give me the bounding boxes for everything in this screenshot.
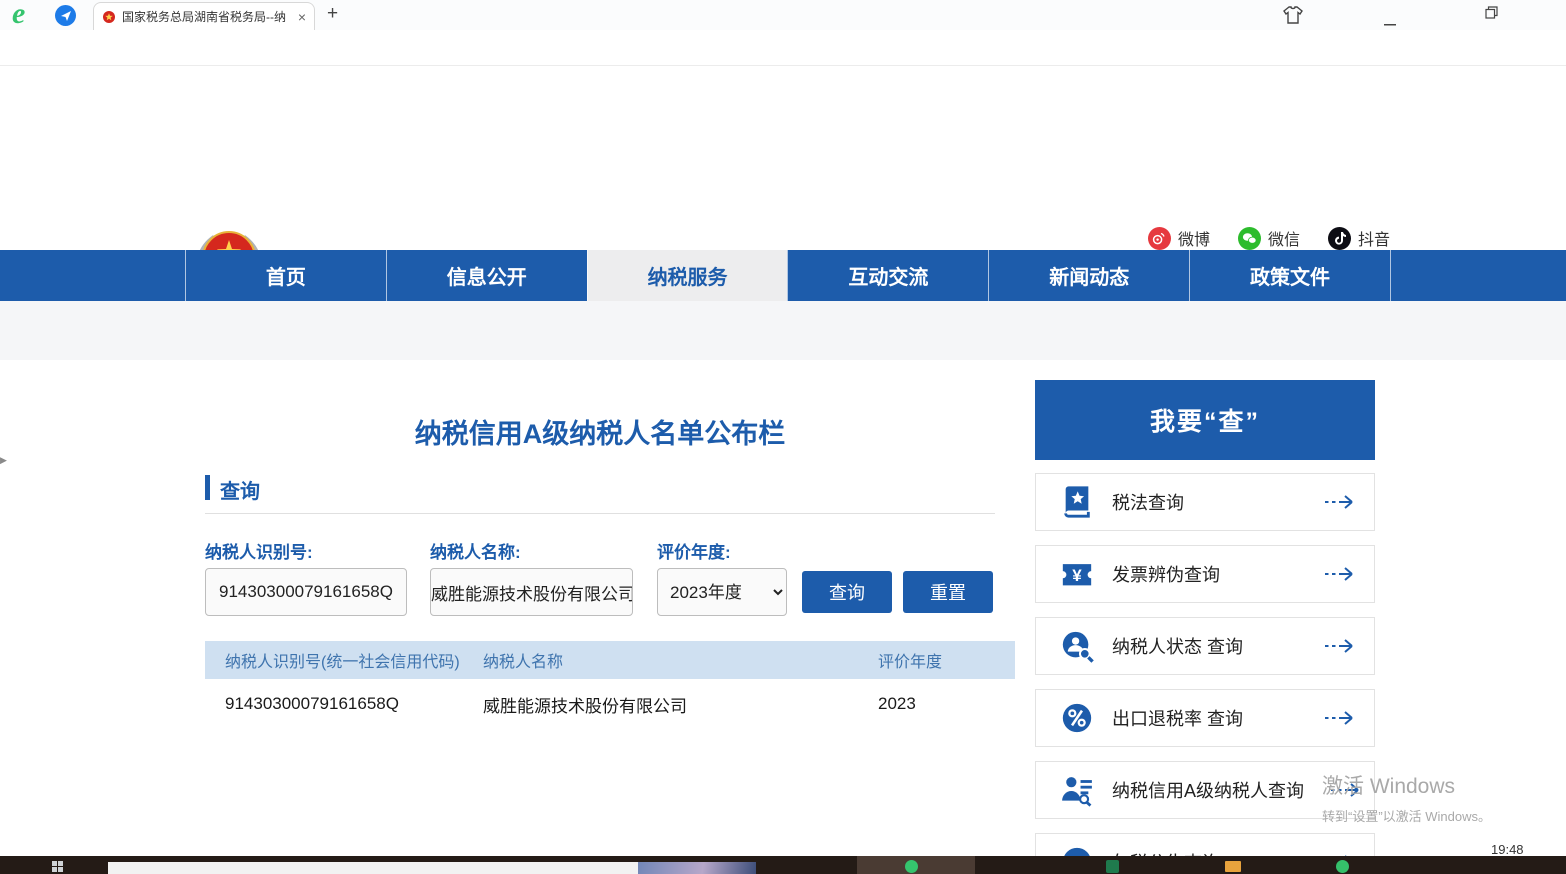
- new-tab-button[interactable]: +: [327, 3, 338, 25]
- paper-plane-icon: [60, 10, 72, 22]
- tab-close-icon[interactable]: ×: [298, 10, 306, 24]
- col-header-taxpayer-name: 纳税人名称: [463, 641, 858, 679]
- taskbar-search-image: [638, 862, 756, 874]
- weibo-icon: [1148, 227, 1171, 250]
- sidebar-item-label: 税法查询: [1112, 489, 1184, 515]
- dashed-arrow-icon: [1324, 710, 1354, 726]
- browser-tab-strip: e 国家税务总局湖南省税务局--纳 × +: [0, 0, 1566, 30]
- taskbar-app-icon[interactable]: [1106, 860, 1119, 873]
- sidebar-item-taxpayer-status[interactable]: 纳税人状态 查询: [1035, 617, 1375, 675]
- taxpayer-id-input[interactable]: [205, 568, 407, 616]
- dashed-arrow-icon: [1324, 638, 1354, 654]
- wechat-icon: [1238, 227, 1261, 250]
- sidebar-item-export-rebate[interactable]: 出口退税率 查询: [1035, 689, 1375, 747]
- cell-taxpayer-name: 威胜能源技术股份有限公司: [463, 679, 858, 729]
- sidebar-item-tax-law[interactable]: 税法查询: [1035, 473, 1375, 531]
- taxpayer-id-label: 纳税人识别号:: [205, 538, 313, 563]
- minimize-button[interactable]: [1384, 13, 1396, 31]
- douyin-link[interactable]: 抖音: [1328, 226, 1390, 250]
- reset-button[interactable]: 重置: [903, 571, 993, 613]
- douyin-label: 抖音: [1358, 226, 1390, 250]
- year-label: 评价年度:: [657, 538, 731, 563]
- weibo-link[interactable]: 微博: [1148, 226, 1210, 250]
- nav-item-home[interactable]: 首页: [185, 250, 386, 301]
- taxpayer-name-label: 纳税人名称:: [430, 538, 521, 563]
- sidebar-item-label: 纳税人状态 查询: [1112, 633, 1243, 659]
- credit-a-icon: [1060, 773, 1094, 807]
- wechat-label: 微信: [1268, 226, 1300, 250]
- sidebar: 我要“查” 税法查询 ¥ 发票辨伪查询: [1035, 380, 1375, 460]
- account-icon[interactable]: [55, 5, 76, 26]
- cell-year: 2023: [858, 679, 1015, 729]
- tab-title: 国家税务总局湖南省税务局--纳: [122, 8, 292, 25]
- browser-toolbar: ← → ⌂ 证 党政机关 http://hunan.chinatax.gov.c…: [0, 30, 1566, 66]
- theme-skin-icon[interactable]: [1283, 6, 1303, 29]
- tab-favicon: [102, 10, 116, 24]
- windows-taskbar[interactable]: 19:48: [0, 856, 1566, 874]
- start-button-icon[interactable]: [52, 861, 63, 872]
- section-accent-bar: [205, 475, 210, 500]
- year-select[interactable]: 2023年度: [657, 568, 787, 616]
- weibo-label: 微博: [1178, 226, 1210, 250]
- query-button[interactable]: 查询: [802, 571, 892, 613]
- col-header-taxpayer-id: 纳税人识别号(统一社会信用代码): [205, 641, 463, 679]
- file-explorer-icon[interactable]: [1225, 861, 1241, 872]
- tshirt-icon: [1283, 6, 1303, 24]
- sidebar-item-label: 发票辨伪查询: [1112, 561, 1220, 587]
- page-title: 纳税信用A级纳税人名单公布栏: [185, 412, 1015, 451]
- taxpayer-name-input[interactable]: [430, 568, 633, 616]
- screen: e 国家税务总局湖南省税务局--纳 × + ← → ⌂: [0, 0, 1566, 874]
- invoice-icon: ¥: [1060, 557, 1094, 591]
- breadcrumb-band: 首页 > 纳税服务 > 纳税信用A级纳税人查询: [0, 301, 1566, 360]
- cell-taxpayer-id: 91430300079161658Q: [205, 679, 463, 729]
- table-row[interactable]: 91430300079161658Q 威胜能源技术股份有限公司 2023: [205, 679, 1015, 729]
- export-rebate-icon: [1060, 701, 1094, 735]
- browser-logo-icon[interactable]: e: [12, 0, 40, 28]
- site-header: 中国税务 国家税务总局湖南省税务局 Hunan Provincial Tax S…: [0, 106, 1566, 250]
- main-nav: 首页 信息公开 纳税服务 互动交流 新闻动态 政策文件: [0, 250, 1566, 301]
- results-table: 纳税人识别号(统一社会信用代码) 纳税人名称 评价年度 914303000791…: [205, 641, 1015, 729]
- nav-item-tax-service[interactable]: 纳税服务: [587, 250, 788, 301]
- taskbar-active-app[interactable]: [857, 856, 975, 874]
- restore-button[interactable]: [1485, 6, 1498, 24]
- section-title: 查询: [220, 475, 260, 504]
- nav-item-news[interactable]: 新闻动态: [988, 250, 1189, 301]
- side-panel-expander[interactable]: ▶: [0, 455, 7, 466]
- svg-text:¥: ¥: [1072, 566, 1082, 585]
- sidebar-item-label: 纳税信用A级纳税人查询: [1112, 777, 1304, 803]
- sidebar-item-credit-a-search[interactable]: 纳税信用A级纳税人查询: [1035, 761, 1375, 819]
- nav-item-interaction[interactable]: 互动交流: [787, 250, 988, 301]
- dashed-arrow-icon: [1324, 566, 1354, 582]
- dashed-arrow-icon: [1324, 494, 1354, 510]
- sidebar-title: 我要“查”: [1035, 380, 1375, 460]
- taskbar-app-icon[interactable]: [1336, 860, 1349, 873]
- taskbar-search-box[interactable]: [108, 862, 756, 874]
- nav-item-policy[interactable]: 政策文件: [1189, 250, 1391, 301]
- nav-item-info[interactable]: 信息公开: [386, 250, 587, 301]
- sidebar-item-invoice-check[interactable]: ¥ 发票辨伪查询: [1035, 545, 1375, 603]
- minimize-icon: [1384, 24, 1396, 26]
- col-header-year: 评价年度: [858, 641, 1015, 679]
- section-divider: [205, 513, 995, 514]
- law-book-icon: [1060, 485, 1094, 519]
- wechat-link[interactable]: 微信: [1238, 226, 1300, 250]
- table-header-row: 纳税人识别号(统一社会信用代码) 纳税人名称 评价年度: [205, 641, 1015, 679]
- sidebar-item-label: 出口退税率 查询: [1112, 705, 1243, 731]
- douyin-icon: [1328, 227, 1351, 250]
- site-topbar: 简体 | 繁體 | 无障碍阅读 中华人民共和国中央人民政府 | 国家税务总局 |…: [0, 66, 1566, 106]
- taskbar-clock: 19:48: [1491, 842, 1524, 857]
- taxpayer-status-icon: [1060, 629, 1094, 663]
- restore-icon: [1485, 6, 1498, 19]
- browser-tab[interactable]: 国家税务总局湖南省税务局--纳 ×: [93, 2, 315, 30]
- browser-taskbar-icon: [905, 860, 918, 873]
- dashed-arrow-icon: [1330, 782, 1360, 798]
